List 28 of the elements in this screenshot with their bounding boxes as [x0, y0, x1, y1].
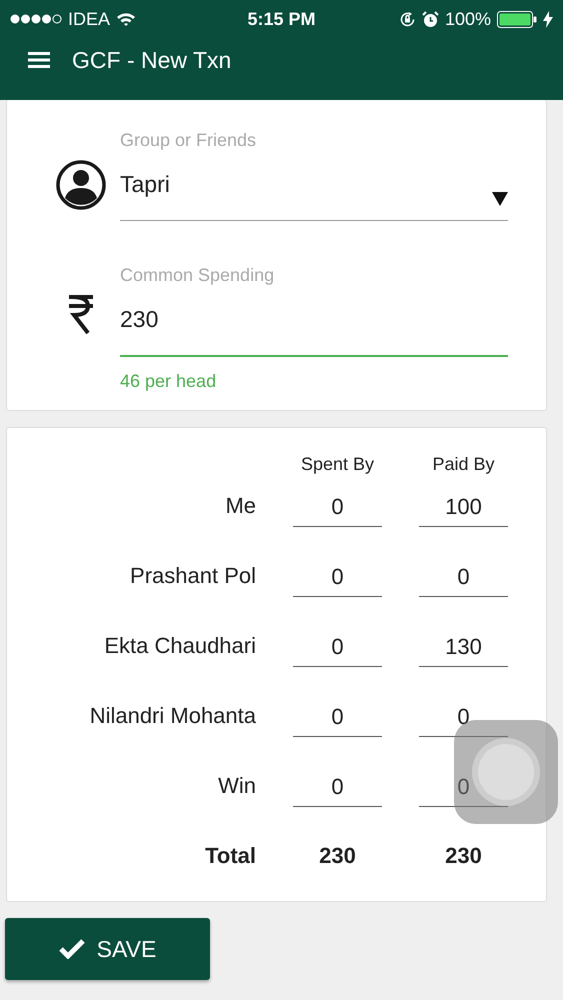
amount-field[interactable]: Common Spending 230: [120, 265, 508, 357]
person-name: Prashant Pol: [129, 563, 256, 590]
column-header: Spent By: [300, 454, 376, 475]
spent-input[interactable]: 0: [293, 494, 382, 527]
carrier-name: IDEA: [68, 8, 110, 30]
spent-input[interactable]: 0: [293, 564, 382, 597]
total-spent: 230: [318, 843, 357, 870]
total-label: Total: [204, 843, 256, 870]
person-name: Ekta Chaudhari: [103, 633, 256, 660]
battery-percent: 100%: [444, 8, 491, 30]
spent-input[interactable]: 0: [293, 704, 382, 737]
paid-input[interactable]: 0: [419, 774, 508, 807]
total-paid: 230: [444, 843, 483, 870]
paid-input[interactable]: 130: [419, 634, 508, 667]
spent-input[interactable]: 0: [293, 634, 382, 667]
person-name: Me: [224, 493, 256, 520]
spent-input[interactable]: 0: [293, 774, 382, 807]
person-name: Win: [217, 773, 256, 800]
per-head-hint: 46 per head: [120, 371, 218, 392]
group-dropdown[interactable]: Group or Friends Tapri: [120, 130, 508, 221]
status-time: 5:15 PM: [247, 8, 316, 30]
column-header: Paid By: [431, 454, 496, 475]
save-button[interactable]: SAVE: [5, 918, 210, 980]
app-title: GCF - New Txn: [72, 46, 232, 74]
paid-input[interactable]: 0: [419, 564, 508, 597]
person-name: Nilandri Mohanta: [88, 703, 256, 730]
paid-input[interactable]: 100: [419, 494, 508, 527]
paid-input[interactable]: 0: [419, 704, 508, 737]
